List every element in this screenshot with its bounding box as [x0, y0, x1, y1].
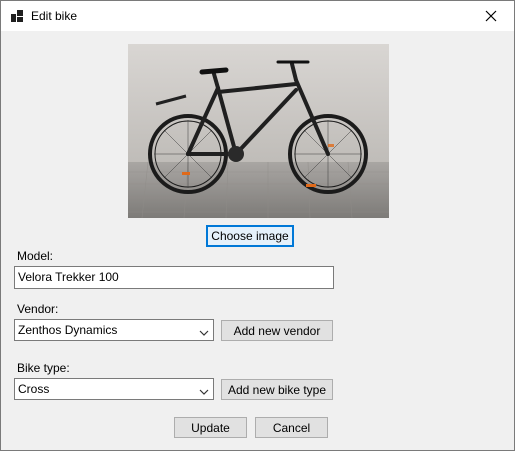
window-title: Edit bike [31, 9, 78, 23]
bike-photo [128, 44, 389, 218]
bike-type-selected-value: Cross [18, 382, 50, 396]
close-icon[interactable] [468, 1, 514, 31]
update-button[interactable]: Update [174, 417, 247, 438]
add-bike-type-button[interactable]: Add new bike type [221, 379, 333, 400]
chevron-down-icon[interactable] [199, 326, 209, 340]
add-vendor-button[interactable]: Add new vendor [221, 320, 333, 341]
cancel-button[interactable]: Cancel [255, 417, 328, 438]
bike-type-label: Bike type: [17, 361, 70, 375]
vendor-selected-value: Zenthos Dynamics [18, 323, 118, 337]
choose-image-button[interactable]: Choose image [206, 225, 294, 247]
vendor-label: Vendor: [17, 302, 59, 316]
bike-type-combobox[interactable]: Cross [14, 378, 214, 400]
model-field[interactable]: Velora Trekker 100 [14, 266, 334, 289]
vendor-combobox[interactable]: Zenthos Dynamics [14, 319, 214, 341]
edit-bike-dialog: Edit bike Choose image Model: Velora Tre… [0, 0, 515, 451]
app-icon [11, 10, 23, 22]
model-label: Model: [17, 249, 54, 263]
title-bar[interactable]: Edit bike [1, 1, 514, 31]
chevron-down-icon[interactable] [199, 385, 209, 399]
